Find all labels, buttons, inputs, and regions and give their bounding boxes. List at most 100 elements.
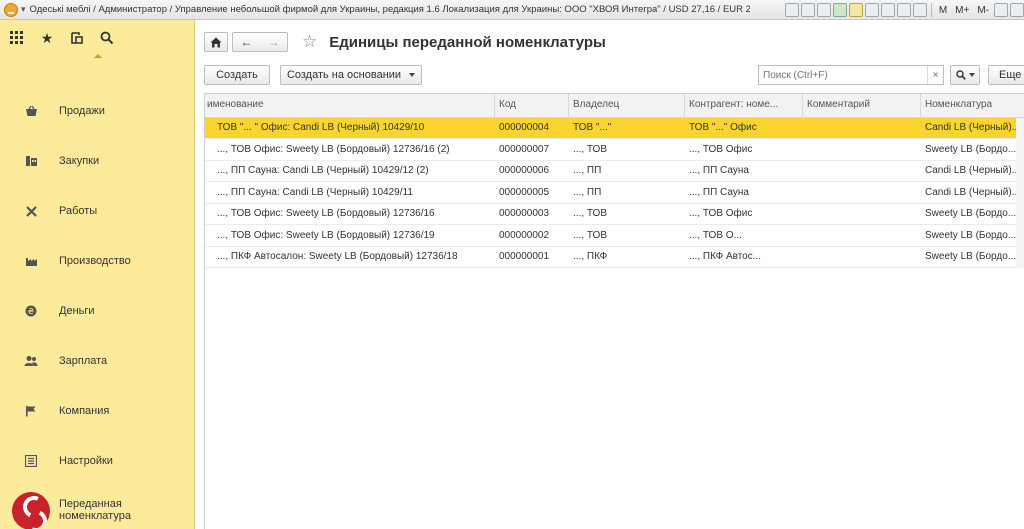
cell-counterparty: ТОВ "..." Офис: [689, 122, 757, 133]
table-row[interactable]: ..., ПП Сауна: Candi LB (Черный) 10429/1…: [205, 183, 1024, 204]
favorites-icon[interactable]: [848, 3, 863, 17]
cell-owner: ..., ПП: [573, 186, 602, 198]
app-logo-icon[interactable]: [4, 2, 18, 17]
vertical-scrollbar[interactable]: [1016, 118, 1024, 268]
command-bar: Создать Создать на основании × Еще: [204, 65, 1024, 87]
back-button[interactable]: ←: [241, 35, 253, 49]
history-icon[interactable]: [69, 30, 85, 46]
home-button[interactable]: [204, 32, 228, 52]
search-icon: [955, 70, 966, 80]
chevron-down-icon: [968, 73, 975, 77]
sidebar: ★ Продажи Закупки Работы Производство ₴ …: [0, 20, 195, 529]
calendar-icon[interactable]: [912, 3, 927, 17]
create-button[interactable]: Создать: [204, 65, 270, 85]
cell-counterparty: ..., ТОВ О...: [689, 229, 742, 241]
sidebar-item-purchases[interactable]: Закупки: [0, 146, 195, 176]
cell-name: ..., ПКФ Автосалон: Sweety LB (Бордовый)…: [217, 251, 458, 262]
navigation-buttons: ← →: [232, 32, 288, 52]
table-row[interactable]: ТОВ "... " Офис: Candi LB (Черный) 10429…: [205, 118, 1024, 139]
minimize-icon[interactable]: [1010, 3, 1024, 17]
cell-owner: ..., ПКФ: [573, 251, 608, 262]
sidebar-item-money[interactable]: ₴ Деньги: [0, 296, 195, 326]
search-field[interactable]: ×: [758, 65, 944, 85]
cell-comment: [803, 118, 921, 139]
clear-search-button[interactable]: ×: [927, 66, 943, 84]
forward-button[interactable]: →: [268, 35, 280, 49]
history-icon[interactable]: [864, 3, 879, 17]
sidebar-item-label: Работы: [59, 205, 98, 217]
window-title: Одеські меблі / Администратор / Управлен…: [29, 4, 750, 15]
save-icon[interactable]: [784, 3, 799, 17]
sidebar-item-company[interactable]: Компания: [0, 396, 195, 426]
more-button[interactable]: Еще: [988, 65, 1024, 85]
sidebar-item-label: Деньги: [59, 305, 95, 317]
cell-owner: ..., ПП: [573, 165, 602, 176]
table-row[interactable]: ..., ТОВ Офис: Sweety LB (Бордовый) 1273…: [205, 226, 1024, 247]
cell-nomenclature: Sweety LB (Бордо...: [925, 143, 1017, 155]
table-row[interactable]: ..., ПКФ Автосалон: Sweety LB (Бордовый)…: [205, 247, 1024, 268]
cell-name: ..., ТОВ Офис: Sweety LB (Бордовый) 1273…: [217, 229, 435, 241]
cell-nomenclature: Candi LB (Черный)...: [925, 122, 1020, 133]
table-row[interactable]: ..., ТОВ Офис: Sweety LB (Бордовый) 1273…: [205, 140, 1024, 161]
search-icon[interactable]: [99, 30, 115, 46]
sidebar-item-label: Производство: [59, 255, 131, 267]
create-based-on-button[interactable]: Создать на основании: [280, 65, 422, 85]
collapse-arrow-icon[interactable]: [94, 54, 102, 58]
refresh-icon[interactable]: [832, 3, 847, 17]
column-header-name[interactable]: именование: [205, 94, 495, 118]
column-header-nomenclature[interactable]: Номенклатура: [921, 94, 1024, 118]
table-row[interactable]: ..., ПП Сауна: Candi LB (Черный) 10429/1…: [205, 161, 1024, 182]
calculator-icon[interactable]: [896, 3, 911, 17]
home-icon: [210, 37, 222, 47]
column-header-code[interactable]: Код: [495, 94, 569, 118]
sidebar-item-label: Настройки: [59, 455, 113, 467]
sidebar-item-sales[interactable]: Продажи: [0, 96, 195, 126]
link-icon[interactable]: [880, 3, 895, 17]
cell-nomenclature: Candi LB (Черный)...: [925, 165, 1020, 176]
page-title: Единицы переданной номенклатуры: [329, 33, 606, 51]
memory-minus-button[interactable]: M-: [974, 5, 992, 16]
sidebar-item-label: Переданная номенклатура: [59, 498, 131, 522]
memory-plus-button[interactable]: M+: [952, 5, 972, 16]
sidebar-toolbar: ★: [0, 20, 194, 56]
copy-icon[interactable]: [816, 3, 831, 17]
sidebar-item-label: Продажи: [59, 105, 105, 117]
sidebar-item-works[interactable]: Работы: [0, 196, 195, 226]
separator: [930, 3, 932, 17]
cell-counterparty: ..., ПКФ Автос...: [689, 251, 762, 262]
star-icon[interactable]: ★: [39, 30, 55, 46]
form-header: ← → ☆ Единицы переданной номенклатуры: [204, 31, 606, 53]
basket-icon: [24, 104, 38, 118]
data-table: именование Код Владелец Контрагент: номе…: [204, 93, 1024, 529]
cart-icon: [24, 154, 38, 168]
table-row[interactable]: ..., ТОВ Офис: Sweety LB (Бордовый) 1273…: [205, 204, 1024, 225]
sidebar-item-production[interactable]: Производство: [0, 246, 195, 276]
column-header-owner[interactable]: Владелец: [569, 94, 685, 118]
cell-code: 000000001: [499, 251, 550, 262]
cell-code: 000000005: [499, 186, 550, 198]
cell-comment: [803, 204, 921, 225]
print-icon[interactable]: [800, 3, 815, 17]
cell-code: 000000003: [499, 208, 550, 219]
table-header: именование Код Владелец Контрагент: номе…: [205, 94, 1024, 118]
sidebar-item-salary[interactable]: Зарплата: [0, 346, 195, 376]
search-options-button[interactable]: [950, 65, 980, 85]
app-menu-button[interactable]: ▾: [21, 4, 26, 15]
grid-icon[interactable]: [9, 30, 25, 46]
cell-name: ..., ПП Сауна: Candi LB (Черный) 10429/1…: [217, 165, 429, 176]
help-icon[interactable]: [994, 3, 1008, 17]
sidebar-item-settings[interactable]: Настройки: [0, 446, 195, 476]
cell-counterparty: ..., ПП Сауна: [689, 165, 749, 176]
sidebar-item-label: Компания: [59, 405, 110, 417]
column-header-counterparty[interactable]: Контрагент: номе...: [685, 94, 803, 118]
memory-button[interactable]: M: [936, 5, 950, 16]
sidebar-item-label: Зарплата: [59, 355, 108, 367]
flag-icon: [24, 404, 38, 418]
window-titlebar: ▾ Одеські меблі / Администратор / Управл…: [0, 0, 1024, 20]
column-header-comment[interactable]: Комментарий: [803, 94, 921, 118]
favorite-star-icon[interactable]: ☆: [302, 32, 317, 52]
main-content: ← → ☆ Единицы переданной номенклатуры Со…: [196, 20, 1024, 529]
search-input[interactable]: [759, 69, 927, 81]
sidebar-item-transferred-nomenclature[interactable]: Переданная номенклатура: [0, 495, 195, 525]
chevron-down-icon: [409, 73, 416, 77]
